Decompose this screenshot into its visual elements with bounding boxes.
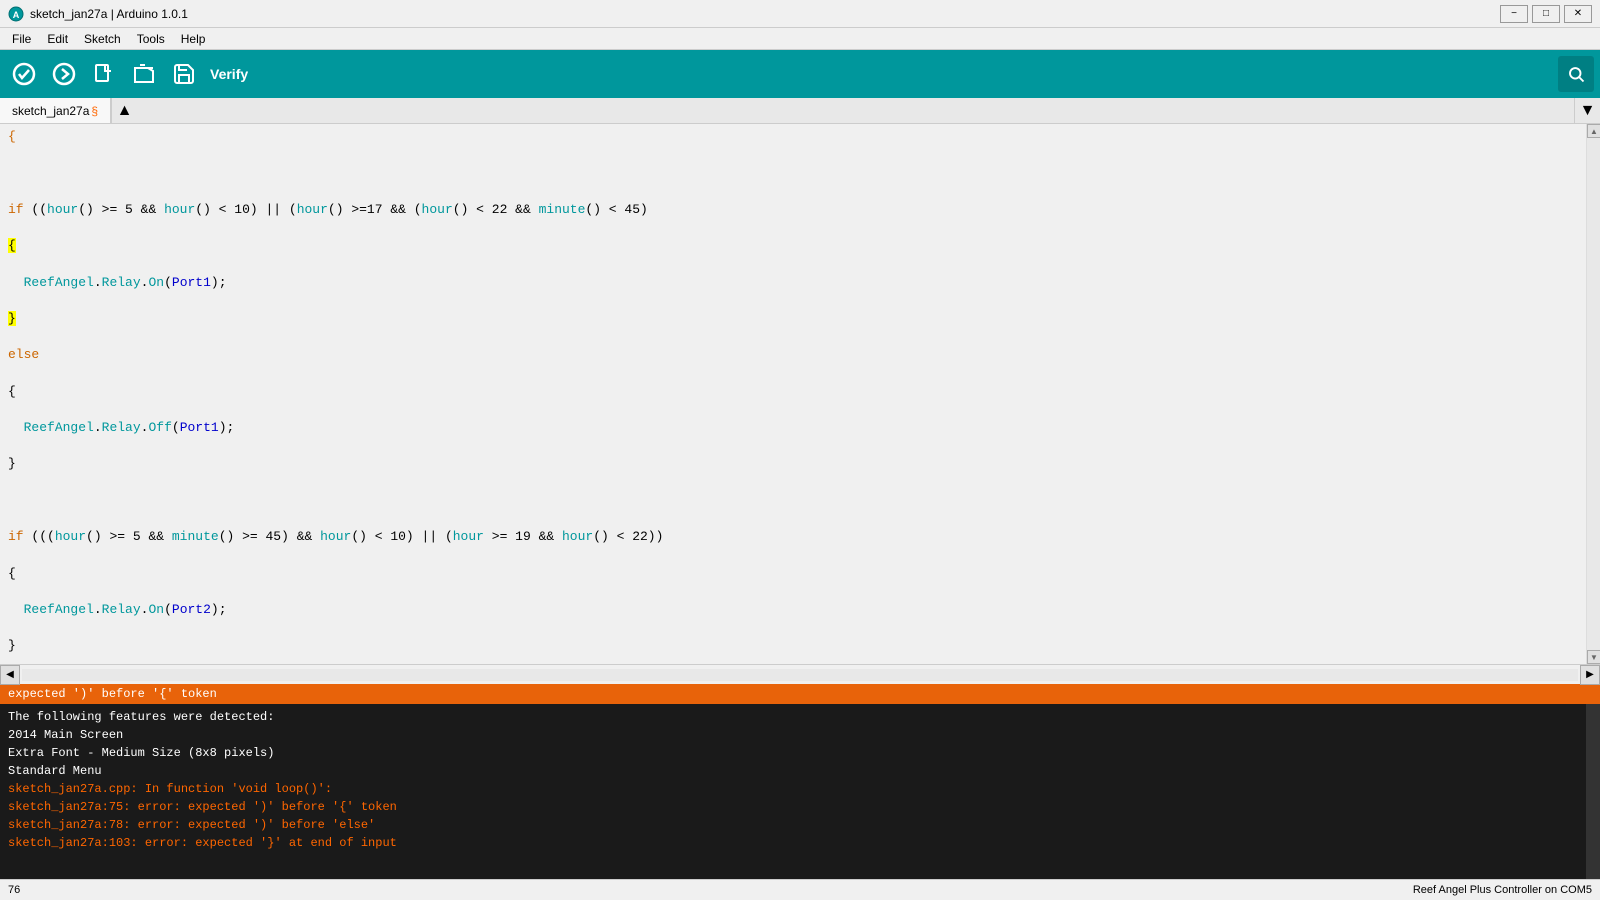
arduino-icon: A [8,6,24,22]
hscroll-track[interactable] [22,669,1578,681]
scroll-up-arrow[interactable]: ▲ [1587,124,1600,138]
search-icon [1567,65,1585,83]
code-content: { if ((hour() >= 5 && hour() < 10) || (h… [0,124,1586,664]
save-button[interactable] [166,56,202,92]
console-line-5: sketch_jan27a:75: error: expected ')' be… [8,798,1592,816]
console-line-2: Extra Font - Medium Size (8x8 pixels) [8,744,1592,762]
code-editor[interactable]: { if ((hour() >= 5 && hour() < 10) || (h… [0,124,1586,664]
save-icon [172,62,196,86]
console-line-1: 2014 Main Screen [8,726,1592,744]
titlebar-title: sketch_jan27a | Arduino 1.0.1 [30,7,188,21]
verify-button[interactable] [6,56,42,92]
toolbar: Verify [0,50,1600,98]
verify-label: Verify [210,66,248,82]
console-line-4: sketch_jan27a.cpp: In function 'void loo… [8,780,1592,798]
error-message: expected ')' before '{' token [8,687,217,701]
titlebar-left: A sketch_jan27a | Arduino 1.0.1 [8,6,188,22]
tab-scroll-up[interactable]: ▲ [111,98,137,123]
close-button[interactable]: ✕ [1564,5,1592,23]
menu-file[interactable]: File [4,30,39,48]
hscroll-left-arrow[interactable]: ◀ [0,665,20,685]
open-button[interactable] [126,56,162,92]
status-port-info: Reef Angel Plus Controller on COM5 [1413,884,1592,896]
menubar: File Edit Sketch Tools Help [0,28,1600,50]
console-output: The following features were detected: 20… [0,704,1600,879]
error-bar: expected ')' before '{' token [0,684,1600,704]
console-scrollbar[interactable] [1586,704,1600,879]
check-icon [12,62,36,86]
maximize-button[interactable]: □ [1532,5,1560,23]
open-icon [132,62,156,86]
right-arrow-icon [52,62,76,86]
tab-name: sketch_jan27a [12,104,89,118]
tab-sketch[interactable]: sketch_jan27a§ [0,98,111,123]
horizontal-scrollbar[interactable]: ◀ ▶ [0,664,1600,684]
tabbar: sketch_jan27a§ ▲ ▼ [0,98,1600,124]
minimize-button[interactable]: − [1500,5,1528,23]
menu-sketch[interactable]: Sketch [76,30,129,48]
menu-help[interactable]: Help [173,30,214,48]
console-line-3: Standard Menu [8,762,1592,780]
titlebar: A sketch_jan27a | Arduino 1.0.1 − □ ✕ [0,0,1600,28]
search-button[interactable] [1558,56,1594,92]
svg-text:A: A [13,10,20,20]
titlebar-controls: − □ ✕ [1500,5,1592,23]
scroll-down-arrow[interactable]: ▼ [1587,650,1600,664]
console-line-6: sketch_jan27a:78: error: expected ')' be… [8,816,1592,834]
status-line-number: 76 [8,884,20,896]
menu-tools[interactable]: Tools [129,30,173,48]
console-line-7: sketch_jan27a:103: error: expected '}' a… [8,834,1592,852]
tab-modified-indicator: § [91,104,98,118]
new-icon [92,62,116,86]
upload-button[interactable] [46,56,82,92]
console-line-0: The following features were detected: [8,708,1592,726]
code-vertical-scrollbar[interactable]: ▲ ▼ [1586,124,1600,664]
scroll-track[interactable] [1587,138,1600,650]
menu-edit[interactable]: Edit [39,30,76,48]
hscroll-right-arrow[interactable]: ▶ [1580,665,1600,685]
statusbar: 76 Reef Angel Plus Controller on COM5 [0,879,1600,899]
tab-dropdown[interactable]: ▼ [1574,98,1600,123]
console-content: The following features were detected: 20… [0,704,1600,856]
new-button[interactable] [86,56,122,92]
code-wrapper: { if ((hour() >= 5 && hour() < 10) || (h… [0,124,1600,664]
